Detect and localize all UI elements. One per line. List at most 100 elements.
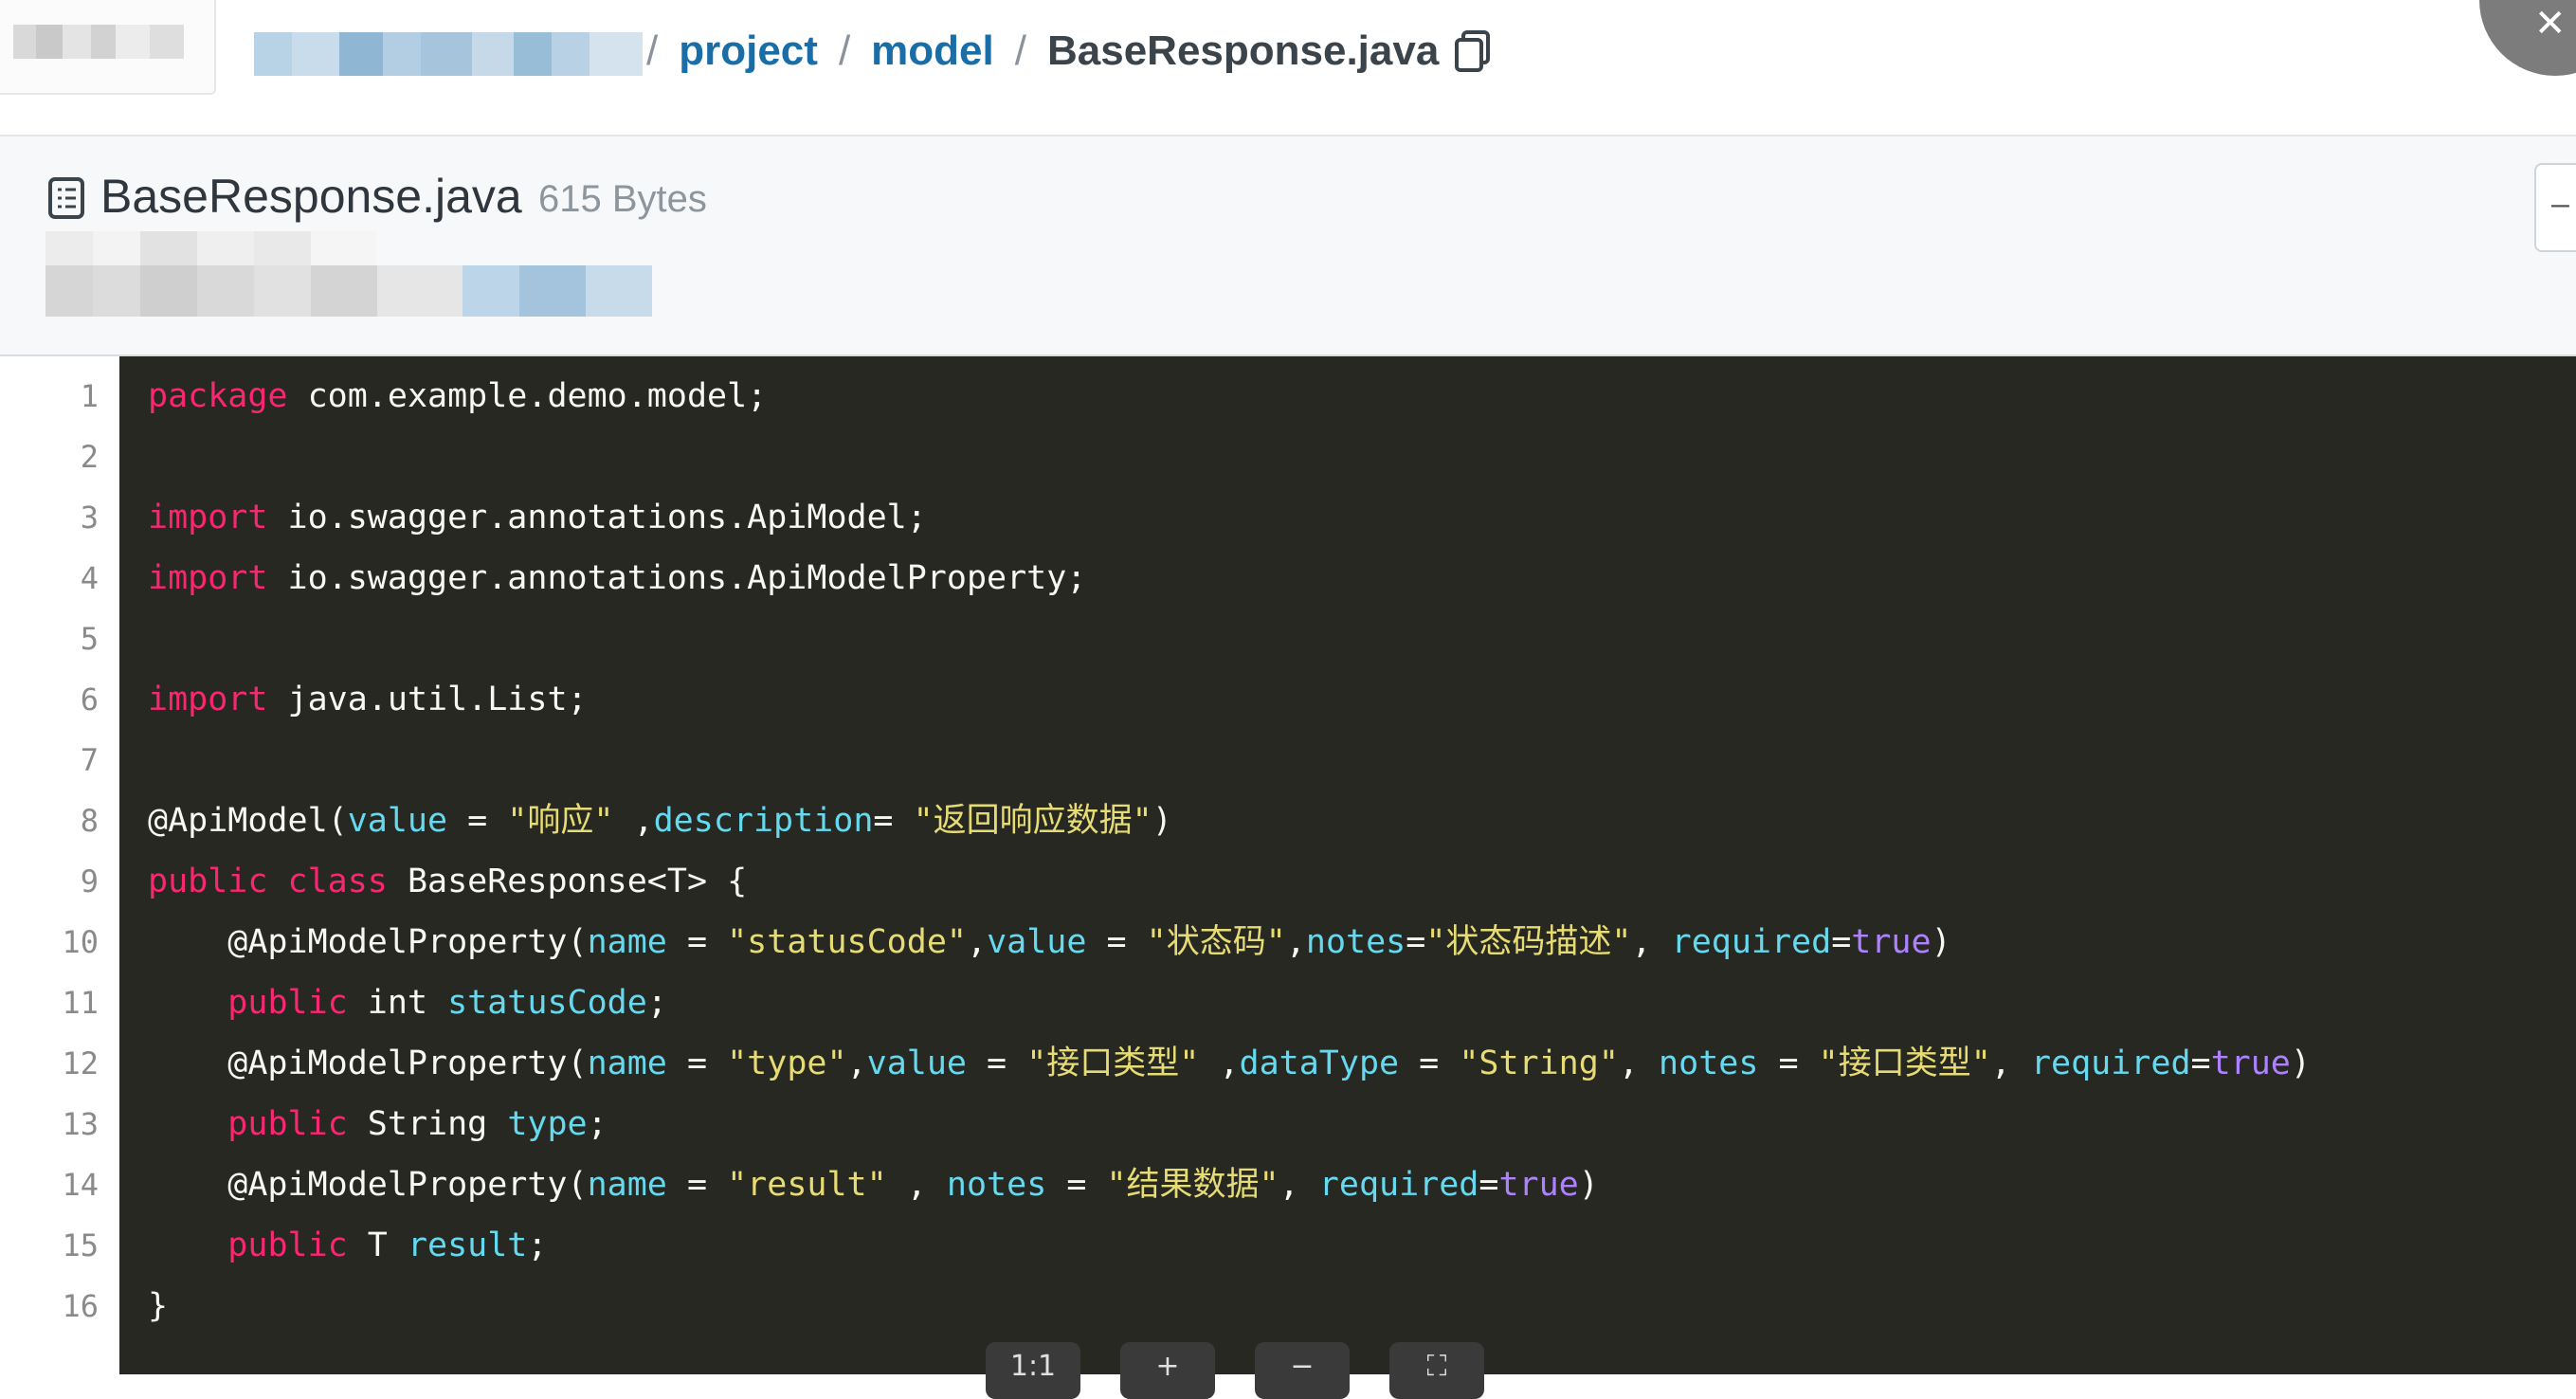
line-number[interactable]: 7 [4, 730, 99, 790]
code-token: value [347, 802, 448, 840]
code-token: description [653, 802, 874, 840]
code-token: } [148, 1287, 169, 1325]
code-line: @ApiModelProperty(name = "type",value = … [148, 1033, 2311, 1094]
breadcrumb-link-model[interactable]: model [871, 27, 994, 75]
breadcrumb-separator: / [646, 27, 659, 74]
redacted-owner-name [13, 25, 184, 59]
file-name: BaseResponse.java [100, 170, 522, 223]
code-token: "result" [727, 1166, 887, 1204]
code-token: @ApiModelProperty( [148, 1166, 588, 1204]
code-token: , [1199, 1045, 1240, 1082]
code-token: notes [946, 1166, 1047, 1204]
code-line: public int statusCode; [148, 972, 667, 1033]
top-bar: / project / model / BaseResponse.java ✕ [0, 0, 2576, 136]
line-number[interactable]: 2 [4, 427, 99, 487]
line-number[interactable]: 11 [4, 972, 99, 1033]
code-token: import [148, 499, 268, 536]
line-number[interactable]: 12 [4, 1033, 99, 1094]
code-token: , [1285, 923, 1306, 961]
code-token: , [1279, 1166, 1319, 1204]
file-text-icon [48, 177, 84, 219]
code-token: com.example.demo.model; [287, 377, 768, 415]
code-token: import [148, 559, 268, 597]
code-token: "接口类型" [1026, 1045, 1200, 1082]
code-token: ; [587, 1105, 608, 1143]
line-number[interactable]: 9 [4, 851, 99, 912]
code-token: @ApiModelProperty( [148, 1045, 588, 1082]
line-number[interactable]: 13 [4, 1094, 99, 1154]
code-token: = [1046, 1166, 1107, 1204]
zoom-out-button[interactable]: − [1255, 1342, 1350, 1399]
code-token: ; [646, 984, 667, 1022]
code-token: , [1631, 923, 1672, 961]
code-token: "结果数据" [1106, 1166, 1279, 1204]
code-viewer[interactable]: package com.example.demo.model; import io… [119, 356, 2576, 1374]
code-token: ) [2290, 1045, 2311, 1082]
zoom-in-button[interactable]: + [1120, 1342, 1215, 1399]
line-number[interactable]: 4 [4, 548, 99, 609]
code-token: result [407, 1226, 528, 1264]
code-line: @ApiModelProperty(name = "statusCode",va… [148, 912, 1950, 972]
code-token: notes [1659, 1045, 1759, 1082]
image-viewer-toolbar: 1:1 + − ⛶ [986, 1342, 1484, 1399]
code-token: "statusCode" [727, 923, 967, 961]
code-token: = [1086, 923, 1147, 961]
code-token: = [447, 802, 508, 840]
close-button[interactable]: ✕ [2479, 0, 2576, 76]
line-number[interactable]: 1 [4, 366, 99, 427]
code-token: = [966, 1045, 1027, 1082]
file-header: BaseResponse.java 615 Bytes – [0, 136, 2576, 356]
code-token: , [846, 1045, 867, 1082]
code-token: "返回响应数据" [913, 802, 1152, 840]
redacted-repo-link[interactable] [254, 32, 643, 76]
code-token: = [1831, 923, 1852, 961]
breadcrumb-separator: / [838, 27, 851, 74]
line-number[interactable]: 14 [4, 1154, 99, 1215]
line-number[interactable]: 3 [4, 487, 99, 548]
code-token: = [666, 923, 728, 961]
code-token: = [1758, 1045, 1819, 1082]
repo-owner-avatar[interactable] [0, 0, 216, 95]
line-number[interactable]: 16 [4, 1276, 99, 1336]
code-token: statusCode [447, 984, 647, 1022]
line-number-gutter: 1 2 3 4 5 6 7 8 9 10 11 12 13 14 15 16 [0, 356, 121, 1374]
code-token: = [666, 1166, 728, 1204]
code-line: public String type; [148, 1094, 608, 1154]
line-number[interactable]: 10 [4, 912, 99, 972]
line-number[interactable]: 15 [4, 1215, 99, 1276]
line-number[interactable]: 6 [4, 669, 99, 730]
code-token: ) [1578, 1166, 1599, 1204]
code-token: ; [527, 1226, 548, 1264]
side-panel-tab-icon: – [2551, 186, 2569, 222]
code-token: , [966, 923, 988, 961]
code-line: import io.swagger.annotations.ApiModelPr… [148, 548, 1086, 609]
code-line: @ApiModelProperty(name = "result" , note… [148, 1154, 1599, 1215]
code-token: = [1478, 1166, 1499, 1204]
code-token: , [1618, 1045, 1660, 1082]
fit-screen-button[interactable]: ⛶ [1389, 1342, 1484, 1399]
redacted-commit-info [45, 231, 652, 317]
code-token: public [227, 1105, 348, 1143]
close-icon: ✕ [2534, 3, 2567, 45]
code-token: import [148, 681, 268, 718]
code-token: true [1851, 923, 1932, 961]
code-line: } [148, 1276, 168, 1336]
code-token: public [227, 1226, 348, 1264]
reset-zoom-button[interactable]: 1:1 [986, 1342, 1080, 1399]
code-token: io.swagger.annotations.ApiModel; [267, 499, 927, 536]
line-number[interactable]: 5 [4, 609, 99, 669]
code-token: name [587, 1045, 667, 1082]
code-token: value [866, 1045, 967, 1082]
code-token: true [1498, 1166, 1579, 1204]
breadcrumb-separator: / [1014, 27, 1026, 74]
line-number[interactable]: 8 [4, 790, 99, 851]
code-token: = [1406, 923, 1426, 961]
code-token: int [347, 984, 448, 1022]
copy-icon[interactable] [1454, 28, 1494, 74]
code-token: java.util.List; [267, 681, 588, 718]
side-panel-tab[interactable]: – [2534, 163, 2576, 252]
code-token: value [987, 923, 1087, 961]
code-token: package [148, 377, 288, 415]
breadcrumb-link-project[interactable]: project [679, 27, 818, 75]
